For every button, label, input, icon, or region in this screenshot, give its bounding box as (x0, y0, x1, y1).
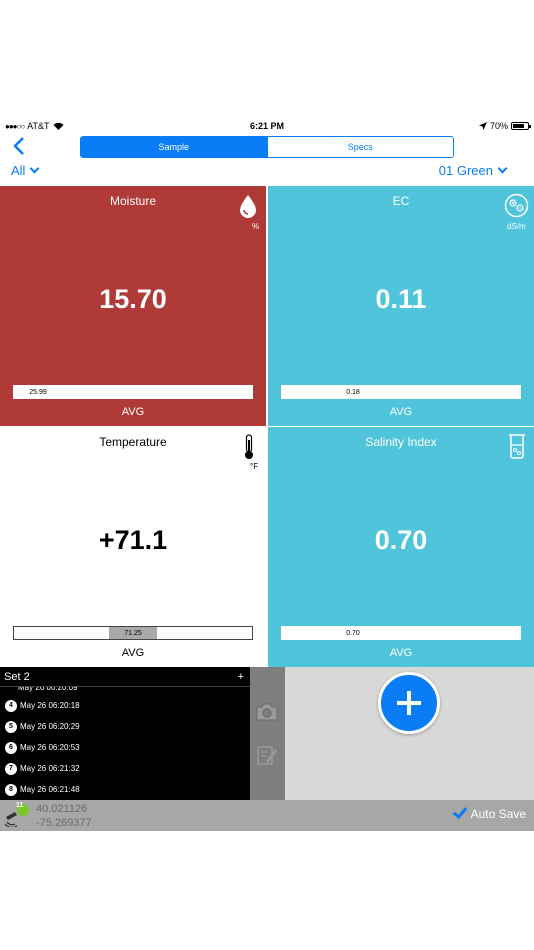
sample-time: May 26 06:21:48 (20, 785, 80, 794)
sample-time: May 26 06:20:53 (20, 743, 80, 752)
auto-save-label: Auto Save (470, 807, 526, 821)
temperature-avg-marker: 71.25 (109, 627, 157, 639)
ec-avg-bar: 0.18 (281, 385, 521, 399)
temperature-tile[interactable]: Temperature °F +71.1 71.25 AVG (0, 427, 266, 667)
sample-number: 4 (5, 699, 17, 712)
sample-number: 7 (5, 762, 17, 775)
temperature-avg-label: AVG (121, 647, 145, 659)
water-drop-icon (240, 195, 256, 218)
camera-icon[interactable] (255, 702, 279, 722)
moisture-avg-marker: 25.99 (14, 386, 62, 398)
ec-tile[interactable]: EC dS/m 0.11 0.18 AVG (268, 186, 534, 426)
add-panel (285, 667, 534, 800)
location-arrow-icon (478, 122, 487, 130)
tab-specs[interactable]: Specs (266, 137, 453, 157)
moisture-value: 15.70 (99, 284, 167, 314)
latitude: 40.021126 (36, 803, 88, 815)
temperature-value: +71.1 (98, 525, 168, 555)
satellite-count: 11 (16, 802, 24, 809)
segmented-control: Sample Specs (80, 136, 454, 158)
battery-icon (511, 122, 531, 130)
moisture-unit: % (252, 222, 260, 231)
moisture-avg-label: AVG (121, 406, 145, 418)
sample-set-panel: Set 2 + May 26 06:20:09 4 May 26 06:20:1… (0, 667, 250, 800)
salinity-avg-marker: 0.70 (329, 627, 377, 639)
salinity-title: Salinity Index (365, 435, 437, 449)
chevron-down-icon (497, 163, 508, 174)
ec-particles-icon (504, 193, 529, 218)
location-dropdown[interactable]: 01 Green (438, 163, 508, 178)
moisture-tile[interactable]: Moisture % 15.70 25.99 AVG (0, 186, 266, 426)
salinity-tile[interactable]: Salinity Index 0.70 0.70 AVG (268, 427, 534, 667)
checkmark-icon (452, 803, 467, 820)
auto-save-toggle[interactable]: Auto Save (452, 803, 526, 821)
all-filter-dropdown[interactable]: All (11, 163, 40, 178)
status-bar: ●●●○○ AT&T 6:21 PM 70% (0, 118, 534, 136)
ec-avg-label: AVG (389, 406, 413, 418)
battery-percent: 70% (489, 121, 508, 131)
list-item[interactable]: 7 May 26 06:21:32 (0, 758, 250, 779)
temperature-avg-bar: 71.25 (13, 626, 253, 640)
clock: 6:21 PM (249, 121, 284, 131)
add-sample-button[interactable] (378, 672, 440, 734)
back-button[interactable] (12, 136, 32, 158)
list-item[interactable]: 8 May 26 06:21:48 (0, 779, 250, 800)
chevron-down-icon (30, 163, 40, 174)
add-set-button[interactable]: + (238, 671, 244, 683)
salinity-avg-bar: 0.70 (281, 626, 521, 640)
moisture-title: Moisture (109, 194, 156, 208)
list-item[interactable]: 6 May 26 06:20:53 (0, 737, 250, 758)
sample-number: 5 (5, 720, 17, 733)
ec-avg-marker: 0.18 (329, 386, 377, 398)
edit-note-icon[interactable] (256, 744, 278, 766)
gps-coordinates: 40.021126 -75.269377 (36, 802, 92, 830)
sample-time: May 26 06:20:18 (20, 701, 80, 710)
sample-time: May 26 06:21:32 (20, 764, 80, 773)
back-chevron-icon (13, 137, 24, 155)
temperature-unit: °F (250, 462, 259, 471)
list-item[interactable]: 4 May 26 06:20:18 (0, 695, 250, 716)
location-label: 01 Green (438, 163, 493, 178)
moisture-avg-bar: 25.99 (13, 385, 253, 399)
gps-footer: 11 40.021126 -75.269377 Auto Save (0, 800, 534, 831)
list-item[interactable]: 5 May 26 06:20:29 (0, 716, 250, 737)
salinity-value: 0.70 (374, 525, 428, 555)
sample-time: May 26 06:20:29 (20, 722, 80, 731)
ec-title: EC (392, 194, 410, 208)
set-name[interactable]: Set 2 (4, 671, 30, 683)
all-filter-label: All (11, 163, 26, 178)
salinity-avg-label: AVG (389, 647, 413, 659)
battery-info: 70% (478, 121, 531, 131)
sample-number: 8 (5, 783, 17, 796)
thermometer-icon (245, 434, 253, 459)
beaker-icon (509, 434, 525, 459)
longitude: -75.269377 (36, 817, 92, 829)
tab-sample[interactable]: Sample (81, 137, 267, 157)
set-header: Set 2 + (0, 667, 250, 687)
sample-list[interactable]: May 26 06:20:09 4 May 26 06:20:18 5 May … (0, 687, 250, 800)
sample-number: 6 (5, 741, 17, 754)
ec-value: 0.11 (375, 284, 427, 314)
tools-strip (250, 667, 285, 800)
list-item-partial: May 26 06:20:09 (18, 687, 78, 692)
ec-unit: dS/m (507, 222, 526, 231)
temperature-title: Temperature (99, 435, 167, 449)
